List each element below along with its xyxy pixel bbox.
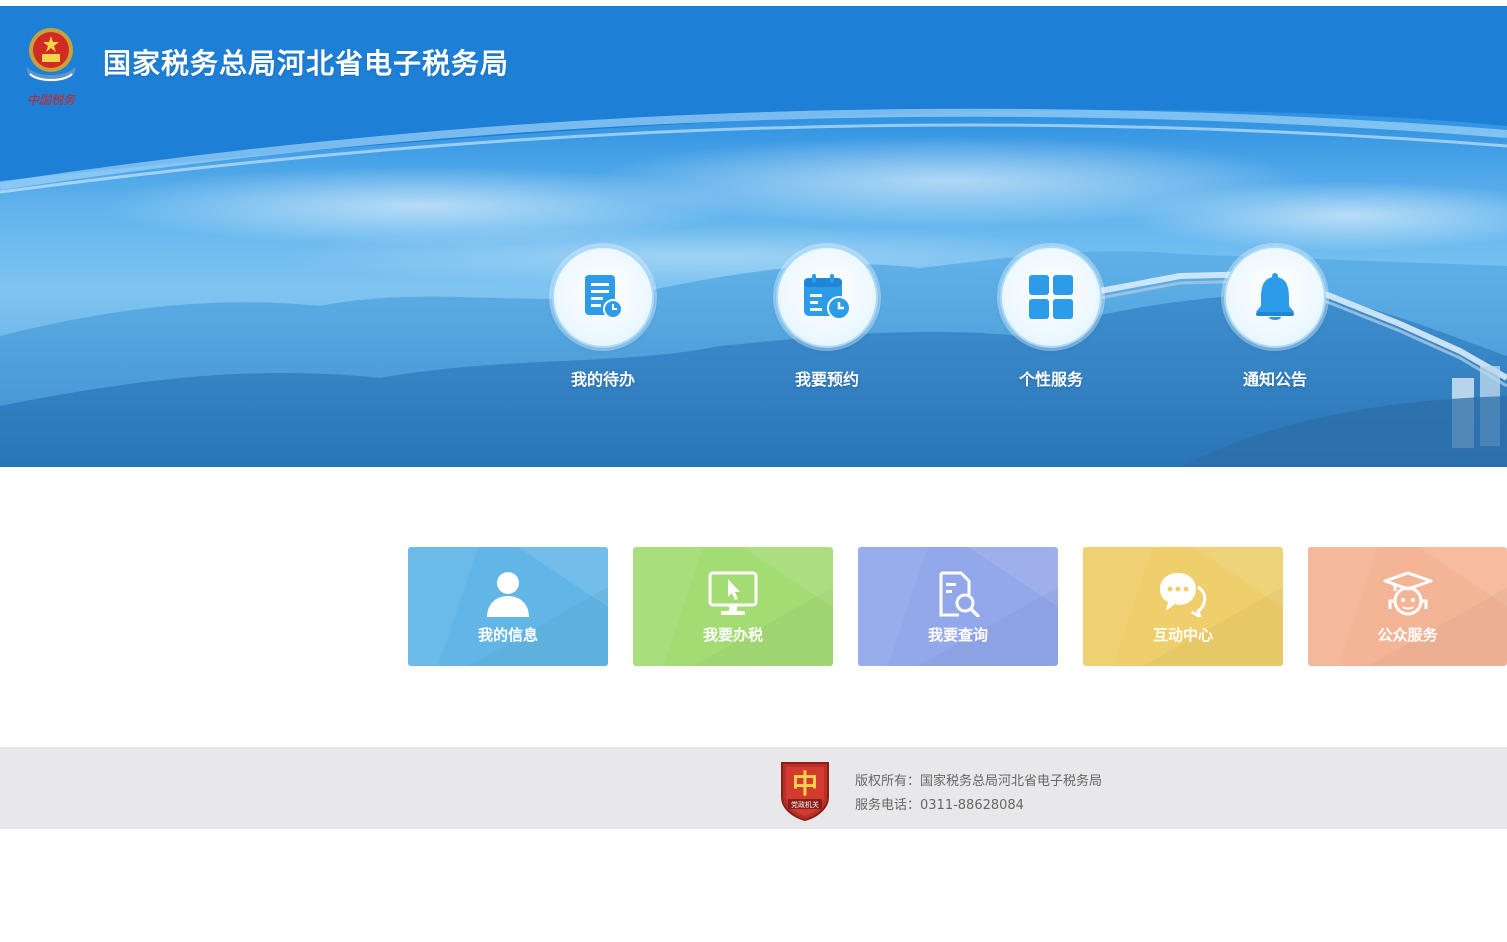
bell-icon bbox=[1256, 273, 1294, 320]
badge-text: 党政机关 bbox=[791, 800, 819, 809]
logo-caption: 中国税务 bbox=[27, 93, 76, 107]
footer-copyright: 版权所有：国家税务总局河北省电子税务局 bbox=[855, 774, 1103, 789]
tile-label: 互动中心 bbox=[1152, 626, 1213, 644]
tile-query[interactable]: 我要查询 bbox=[858, 547, 1058, 666]
todo-doc-icon bbox=[585, 275, 623, 319]
tile-interaction-center[interactable]: 互动中心 bbox=[1083, 547, 1283, 666]
tile-label: 公众服务 bbox=[1377, 626, 1438, 644]
user-icon bbox=[487, 572, 529, 617]
tile-public-service[interactable]: 公众服务 bbox=[1308, 547, 1507, 666]
quick-nav-notice[interactable]: 通知公告 bbox=[1200, 246, 1350, 390]
site-title: 国家税务总局河北省电子税务局 bbox=[103, 47, 510, 80]
quick-nav-personal-service[interactable]: 个性服务 bbox=[976, 246, 1126, 390]
chat-bubbles-icon bbox=[1160, 573, 1207, 617]
quick-nav: 我的待办 我要预约 个性服务 通知公告 bbox=[0, 246, 1507, 406]
quick-nav-circle bbox=[1224, 246, 1326, 348]
monitor-cursor-icon bbox=[708, 571, 758, 615]
quick-nav-circle bbox=[1000, 246, 1102, 348]
quick-nav-label: 个性服务 bbox=[1018, 370, 1083, 389]
tile-label: 我要查询 bbox=[927, 626, 988, 644]
doc-search-icon bbox=[939, 571, 980, 617]
header-banner: 中国税务 国家税务总局河北省电子税务局 我的待办 我要预约 个性服务 通知公告 bbox=[0, 6, 1507, 467]
quick-nav-appointment[interactable]: 我要预约 bbox=[752, 246, 902, 390]
quick-nav-label: 我要预约 bbox=[794, 370, 859, 389]
party-government-badge-icon[interactable]: 中 党政机关 bbox=[778, 759, 832, 821]
grid-icon bbox=[1029, 275, 1073, 319]
tile-label: 我的信息 bbox=[477, 626, 538, 644]
tile-my-info[interactable]: 我的信息 bbox=[408, 547, 608, 666]
service-tiles: 我的信息 我要办税 我要查询 互动中心 公众服务 bbox=[0, 547, 1507, 667]
quick-nav-label: 通知公告 bbox=[1242, 370, 1307, 389]
quick-nav-circle bbox=[552, 246, 654, 348]
svg-text:中: 中 bbox=[792, 770, 818, 800]
graduate-icon bbox=[1383, 571, 1432, 616]
footer: 中 党政机关 版权所有：国家税务总局河北省电子税务局 服务电话：0311-886… bbox=[0, 747, 1507, 829]
quick-nav-circle bbox=[776, 246, 878, 348]
calendar-clock-icon bbox=[804, 274, 851, 320]
tax-emblem-logo: 中国税务 bbox=[26, 28, 76, 107]
footer-info: 版权所有：国家税务总局河北省电子税务局 服务电话：0311-88628084 bbox=[855, 770, 1102, 818]
tile-label: 我要办税 bbox=[702, 626, 763, 644]
footer-phone: 服务电话：0311-88628084 bbox=[855, 798, 1024, 813]
quick-nav-todo[interactable]: 我的待办 bbox=[528, 246, 678, 390]
quick-nav-label: 我的待办 bbox=[570, 370, 635, 389]
tile-do-tax[interactable]: 我要办税 bbox=[633, 547, 833, 666]
